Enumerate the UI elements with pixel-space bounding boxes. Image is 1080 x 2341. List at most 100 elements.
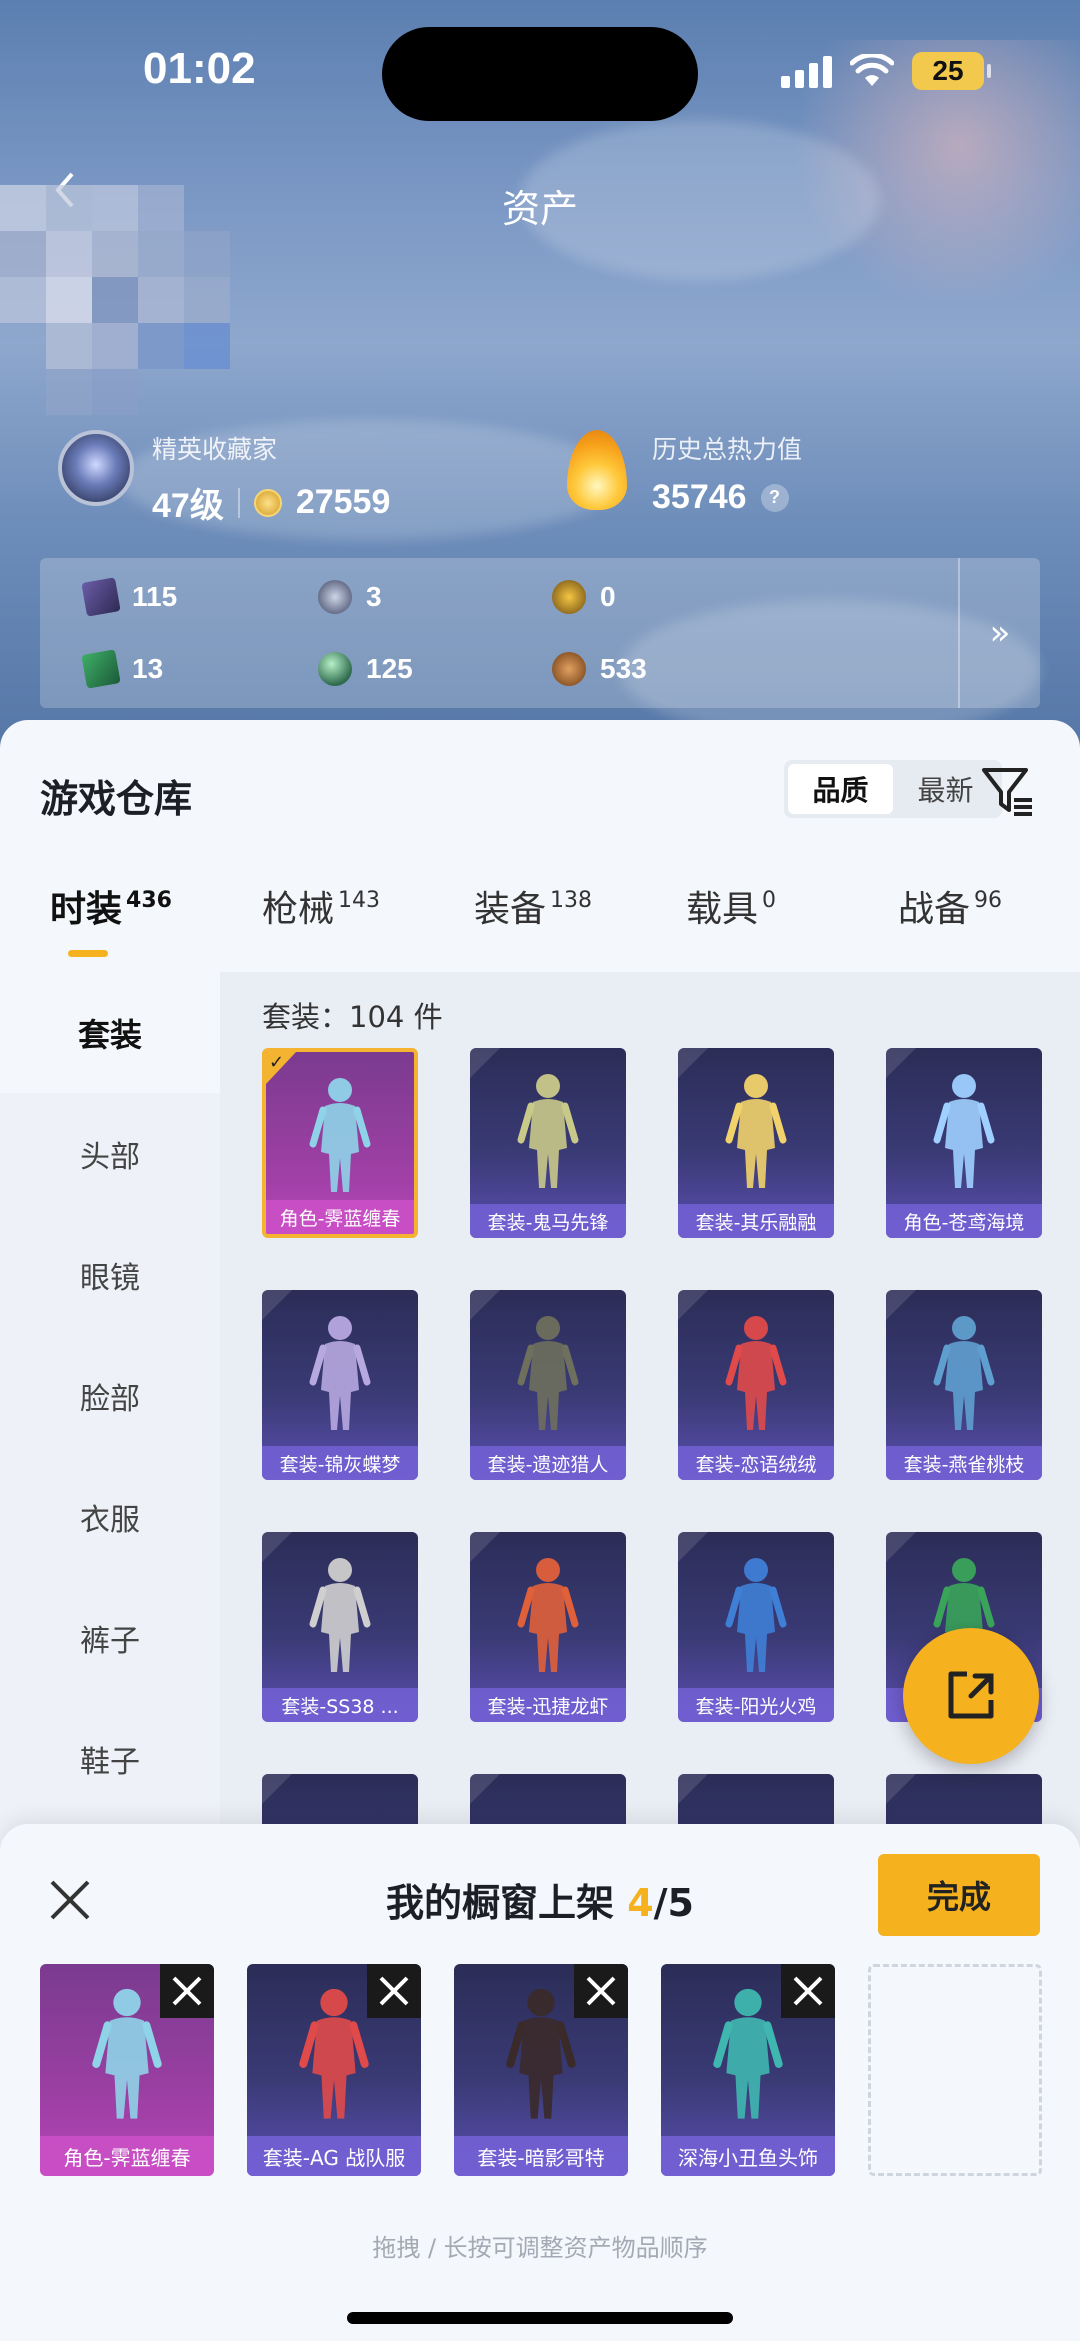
filter-icon[interactable] bbox=[980, 764, 1036, 820]
heat-stat[interactable]: 历史总热力值 35746 ? bbox=[562, 430, 802, 517]
item-card[interactable]: 套装-SS38 ... bbox=[262, 1532, 418, 1722]
item-name: 套装-鬼马先锋 bbox=[470, 1204, 626, 1238]
card-corner bbox=[678, 1048, 708, 1078]
item-name: 套装-恋语绒绒 bbox=[678, 1446, 834, 1480]
item-thumbnail bbox=[503, 1310, 593, 1440]
sidebar-item-face[interactable]: 脸部 bbox=[0, 1335, 220, 1456]
resource-value: 115 bbox=[132, 581, 178, 612]
item-count-label: 套装：104 件 bbox=[262, 1000, 443, 1034]
resource-value: 3 bbox=[366, 581, 382, 612]
item-thumbnail bbox=[295, 1310, 385, 1440]
bronze-coin-icon bbox=[552, 652, 586, 686]
item-card[interactable]: 套装-阳光火鸡 bbox=[678, 1532, 834, 1722]
item-thumbnail bbox=[711, 1552, 801, 1682]
slot-name: 套装-AG 战队服 bbox=[247, 2136, 421, 2176]
item-thumbnail bbox=[295, 1072, 385, 1202]
slot-name: 角色-霁蓝缠春 bbox=[40, 2136, 214, 2176]
item-thumbnail bbox=[503, 1068, 593, 1198]
resource-item: 3 bbox=[318, 580, 382, 614]
item-card[interactable]: 套装-恋语绒绒 bbox=[678, 1290, 834, 1480]
item-name: 套装-其乐融融 bbox=[678, 1204, 834, 1238]
wifi-icon bbox=[850, 54, 894, 86]
item-name: 角色-霁蓝缠春 bbox=[266, 1200, 414, 1234]
resources-expand-button[interactable]: » bbox=[958, 558, 1040, 708]
item-name: 套装-迅捷龙虾 bbox=[470, 1688, 626, 1722]
warehouse-title: 游戏仓库 bbox=[40, 777, 193, 821]
remove-icon[interactable] bbox=[781, 1964, 835, 2018]
silver-medal-icon bbox=[318, 580, 352, 614]
tab-vehicles[interactable]: 载具 0 bbox=[686, 880, 776, 932]
showcase-slot[interactable]: 套装-暗影哥特 bbox=[454, 1964, 628, 2176]
resource-value: 125 bbox=[366, 653, 413, 684]
item-card[interactable]: ✓ 角色-霁蓝缠春 bbox=[262, 1048, 418, 1238]
share-button[interactable] bbox=[903, 1628, 1039, 1764]
resource-item: 125 bbox=[318, 652, 413, 686]
card-corner bbox=[678, 1290, 708, 1320]
hero-background: 01:02 25 资产 精英收藏家 47级 27559 历史总热力值 35746… bbox=[0, 0, 1080, 760]
resource-item: 0 bbox=[552, 580, 616, 614]
item-thumbnail bbox=[295, 1552, 385, 1682]
showcase-slot[interactable]: 角色-霁蓝缠春 bbox=[40, 1964, 214, 2176]
category-tabs: 时装 436 枪械 143 装备 138 载具 0 战备 96 bbox=[0, 880, 1080, 960]
home-indicator[interactable] bbox=[347, 2312, 733, 2324]
sort-toggle: 品质 最新 bbox=[784, 760, 1002, 818]
sidebar-item-glasses[interactable]: 眼镜 bbox=[0, 1214, 220, 1335]
item-name: 套装-SS38 ... bbox=[262, 1688, 418, 1722]
item-card[interactable]: 角色-苍鸢海境 bbox=[886, 1048, 1042, 1238]
empty-showcase-slot[interactable] bbox=[868, 1964, 1042, 2176]
flame-icon bbox=[562, 430, 632, 510]
done-button[interactable]: 完成 bbox=[878, 1854, 1040, 1936]
card-corner bbox=[470, 1290, 500, 1320]
item-thumbnail bbox=[503, 1552, 593, 1682]
collector-stat[interactable]: 精英收藏家 47级 27559 bbox=[58, 430, 390, 527]
collector-level: 47级 bbox=[152, 487, 224, 525]
tab-fashion[interactable]: 时装 436 bbox=[50, 880, 172, 932]
sidebar-item-pants[interactable]: 裤子 bbox=[0, 1577, 220, 1698]
showcase-current-count: 4 bbox=[627, 1881, 654, 1925]
item-thumbnail bbox=[711, 1310, 801, 1440]
item-card[interactable]: 套装-鬼马先锋 bbox=[470, 1048, 626, 1238]
item-card[interactable]: 套装-遗迹猎人 bbox=[470, 1290, 626, 1480]
showcase-total-count: /5 bbox=[653, 1881, 694, 1925]
remove-icon[interactable] bbox=[574, 1964, 628, 2018]
slot-name: 深海小丑鱼头饰 bbox=[661, 2136, 835, 2176]
heat-label: 历史总热力值 bbox=[652, 435, 803, 464]
item-card[interactable]: 套装-迅捷龙虾 bbox=[470, 1532, 626, 1722]
status-time: 01:02 bbox=[143, 44, 256, 93]
help-icon[interactable]: ? bbox=[760, 483, 789, 512]
sidebar-item-head[interactable]: 头部 bbox=[0, 1093, 220, 1214]
battery-indicator: 25 bbox=[912, 52, 991, 90]
showcase-slot[interactable]: 深海小丑鱼头饰 bbox=[661, 1964, 835, 2176]
resource-value: 13 bbox=[132, 653, 164, 684]
tab-equipment[interactable]: 装备 138 bbox=[474, 880, 592, 932]
remove-icon[interactable] bbox=[367, 1964, 421, 2018]
sort-quality-button[interactable]: 品质 bbox=[788, 764, 893, 814]
card-corner bbox=[886, 1290, 916, 1320]
reorder-hint: 拖拽 / 长按可调整资产物品顺序 bbox=[372, 2234, 708, 2262]
card-corner bbox=[886, 1048, 916, 1078]
tab-weapons[interactable]: 枪械 143 bbox=[262, 880, 380, 932]
sidebar-item-suit[interactable]: 套装 bbox=[0, 972, 220, 1093]
sidebar-item-clothes[interactable]: 衣服 bbox=[0, 1456, 220, 1577]
item-name: 套装-阳光火鸡 bbox=[678, 1688, 834, 1722]
item-card[interactable]: 套装-其乐融融 bbox=[678, 1048, 834, 1238]
resource-value: 0 bbox=[600, 581, 616, 612]
showcase-slot[interactable]: 套装-AG 战队服 bbox=[247, 1964, 421, 2176]
tab-supplies[interactable]: 战备 96 bbox=[898, 880, 1002, 932]
item-name: 套装-遗迹猎人 bbox=[470, 1446, 626, 1480]
item-card[interactable]: 套装-燕雀桃枝 bbox=[886, 1290, 1042, 1480]
resource-item: 115 bbox=[81, 577, 178, 617]
sidebar-item-shoes[interactable]: 鞋子 bbox=[0, 1698, 220, 1819]
resource-bar[interactable]: 115 3 0 13 125 533 » bbox=[40, 558, 1040, 708]
item-thumbnail bbox=[711, 1068, 801, 1198]
showcase-sheet: 我的橱窗上架 4/5 完成 角色-霁蓝缠春 套装-AG 战队服 套装-暗影哥特 深海小… bbox=[0, 1824, 1080, 2341]
remove-icon[interactable] bbox=[160, 1964, 214, 2018]
card-corner bbox=[262, 1290, 292, 1320]
card-corner bbox=[470, 1532, 500, 1562]
card-corner bbox=[678, 1532, 708, 1562]
item-thumbnail bbox=[919, 1310, 1009, 1440]
active-tab-indicator bbox=[68, 950, 108, 957]
dynamic-island bbox=[382, 27, 698, 121]
item-card[interactable]: 套装-锦灰蝶梦 bbox=[262, 1290, 418, 1480]
status-icons: 25 bbox=[781, 52, 991, 90]
